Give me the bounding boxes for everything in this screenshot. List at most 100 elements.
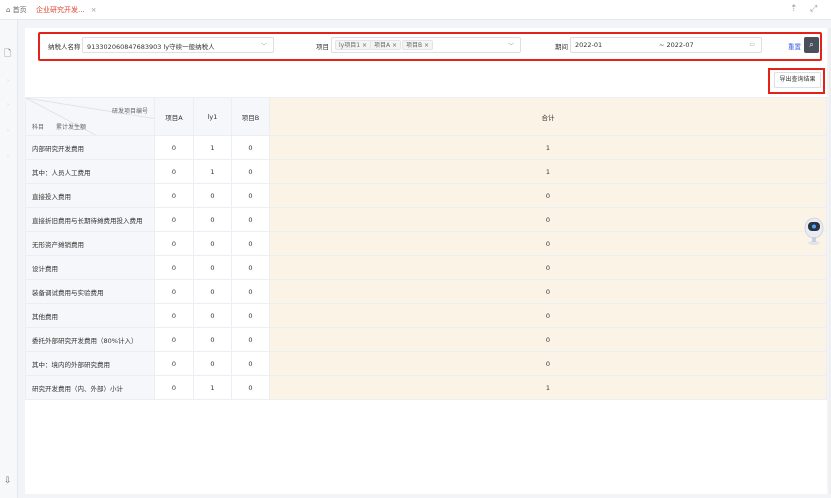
row-value: 1: [193, 375, 232, 400]
row-value: 0: [231, 159, 270, 184]
column-header: ly1: [193, 97, 232, 136]
row-subject: 委托外部研究开发费用（80%计入）: [25, 327, 155, 352]
row-subject: 其他费用: [25, 303, 155, 328]
period-end[interactable]: ~ 2022-07: [659, 41, 694, 49]
row-subject: 其中：境内的外部研究费用: [25, 351, 155, 376]
diagonal-lines: [26, 98, 154, 135]
header-accumulated: 累计发生额: [56, 124, 87, 131]
table-body: 内部研究开发费用 0 1 0 1 其中：人员人工费用 0 1 0 1 直接投入费用 0 0 0 0 直接折旧费…: [25, 135, 827, 400]
table-row: 直接折旧费用与长期待摊费用投入费用 0 0 0 0: [25, 207, 827, 232]
row-value: 0: [231, 303, 270, 328]
taxpayer-value: 913302060847683903 ly守续一般纳税人: [87, 43, 215, 51]
document-icon[interactable]: 🗋: [4, 46, 11, 62]
row-value: 0: [231, 327, 270, 352]
row-value: 0: [231, 231, 270, 256]
project-tag[interactable]: ly项目1 ×: [335, 40, 371, 50]
row-subject: 其中：人员人工费用: [25, 159, 155, 184]
tab-rd-expense-label: 企业研究开发...: [36, 6, 85, 14]
header-project-code: 研发项目编号: [111, 108, 148, 115]
row-total: 0: [269, 183, 827, 208]
table-row: 内部研究开发费用 0 1 0 1: [25, 135, 827, 160]
row-subject: 直接投入费用: [25, 183, 155, 208]
row-value: 0: [193, 327, 232, 352]
row-value: 0: [231, 375, 270, 400]
row-value: 0: [154, 183, 194, 208]
table-row: 直接投入费用 0 0 0 0: [25, 183, 827, 208]
rd-expense-table: 研发项目编号 累计发生额 科目 项目A ly1 项目B 合计 内部研究开发费用 0…: [25, 97, 827, 400]
calendar-icon: ▭: [749, 41, 755, 48]
row-value: 0: [154, 135, 194, 160]
table-row: 无形资产摊销费用 0 0 0 0: [25, 231, 827, 256]
rail-dot-icon: ›: [7, 128, 9, 134]
row-total: 0: [269, 255, 827, 280]
row-total: 0: [269, 207, 827, 232]
row-value: 0: [231, 183, 270, 208]
row-value: 0: [231, 207, 270, 232]
row-value: 0: [193, 231, 232, 256]
row-value: 0: [154, 159, 194, 184]
column-header: 项目B: [231, 97, 270, 136]
row-value: 0: [193, 351, 232, 376]
project-select[interactable]: ly项目1 × 项目A × 项目B × ﹀: [331, 37, 521, 53]
rail-dot-icon: ›: [7, 154, 9, 160]
tab-close-icon[interactable]: ×: [91, 6, 97, 14]
row-value: 0: [154, 279, 194, 304]
table-row: 装备调试费用与实验费用 0 0 0 0: [25, 279, 827, 304]
project-tag[interactable]: 项目B ×: [402, 40, 434, 50]
total-column-header: 合计: [269, 97, 827, 136]
project-tag[interactable]: 项目A ×: [370, 40, 402, 50]
upload-icon[interactable]: ⇡: [790, 4, 798, 14]
rail-dot-icon: ›: [7, 102, 9, 108]
taxpayer-select[interactable]: 913302060847683903 ly守续一般纳税人 ﹀: [82, 37, 274, 53]
row-value: 0: [231, 135, 270, 160]
search-button[interactable]: ⌕: [804, 37, 819, 53]
row-value: 0: [193, 207, 232, 232]
taxpayer-label: 纳税人名称: [48, 43, 81, 51]
row-value: 0: [231, 351, 270, 376]
tab-home[interactable]: ⌂ 首页: [6, 0, 27, 20]
row-subject: 装备调试费用与实验费用: [25, 279, 155, 304]
export-button[interactable]: 导出查询结果: [774, 72, 821, 88]
row-value: 0: [193, 303, 232, 328]
rail-dot-icon: ›: [7, 78, 9, 84]
column-header: 项目A: [154, 97, 194, 136]
row-value: 0: [193, 255, 232, 280]
chevron-down-icon: ﹀: [260, 43, 267, 50]
tab-rd-expense[interactable]: 企业研究开发... ×: [36, 0, 97, 20]
tab-bar: ⌂ 首页 企业研究开发... × ⇡ ⤢: [0, 0, 831, 20]
row-value: 0: [154, 351, 194, 376]
row-total: 0: [269, 279, 827, 304]
row-total: 1: [269, 375, 827, 400]
row-total: 1: [269, 159, 827, 184]
header-subject: 科目: [32, 124, 45, 131]
row-value: 0: [154, 303, 194, 328]
assistant-robot-icon[interactable]: [803, 213, 825, 247]
row-total: 0: [269, 231, 827, 256]
row-value: 0: [154, 375, 194, 400]
fullscreen-icon[interactable]: ⤢: [810, 4, 817, 14]
period-start[interactable]: 2022-01: [575, 41, 602, 49]
row-subject: 无形资产摊销费用: [25, 231, 155, 256]
row-subject: 直接折旧费用与长期待摊费用投入费用: [25, 207, 155, 232]
row-total: 0: [269, 351, 827, 376]
row-value: 0: [154, 207, 194, 232]
row-value: 1: [193, 135, 232, 160]
row-total: 0: [269, 327, 827, 352]
table-row: 其中：人员人工费用 0 1 0 1: [25, 159, 827, 184]
reset-button[interactable]: 重置: [788, 41, 801, 51]
period-range-picker[interactable]: 2022-01 ~ 2022-07 ▭: [570, 37, 762, 53]
chevron-down-icon: ﹀: [507, 43, 514, 50]
table-row: 其他费用 0 0 0 0: [25, 303, 827, 328]
left-rail: 🗋 › › › › ⇩: [0, 20, 18, 498]
table-row: 委托外部研究开发费用（80%计入） 0 0 0 0: [25, 327, 827, 352]
row-value: 0: [154, 327, 194, 352]
table-header-row: 研发项目编号 累计发生额 科目 项目A ly1 项目B 合计: [25, 97, 827, 136]
row-value: 0: [154, 231, 194, 256]
row-total: 0: [269, 303, 827, 328]
header-diagonal-cell: 研发项目编号 累计发生额 科目: [25, 97, 155, 136]
table-row: 研究开发费用（内、外部）小计 0 1 0 1: [25, 375, 827, 400]
table-row: 设计费用 0 0 0 0: [25, 255, 827, 280]
period-label: 期间: [555, 43, 568, 51]
pin-icon[interactable]: ⇩: [4, 476, 12, 486]
row-value: 0: [193, 279, 232, 304]
